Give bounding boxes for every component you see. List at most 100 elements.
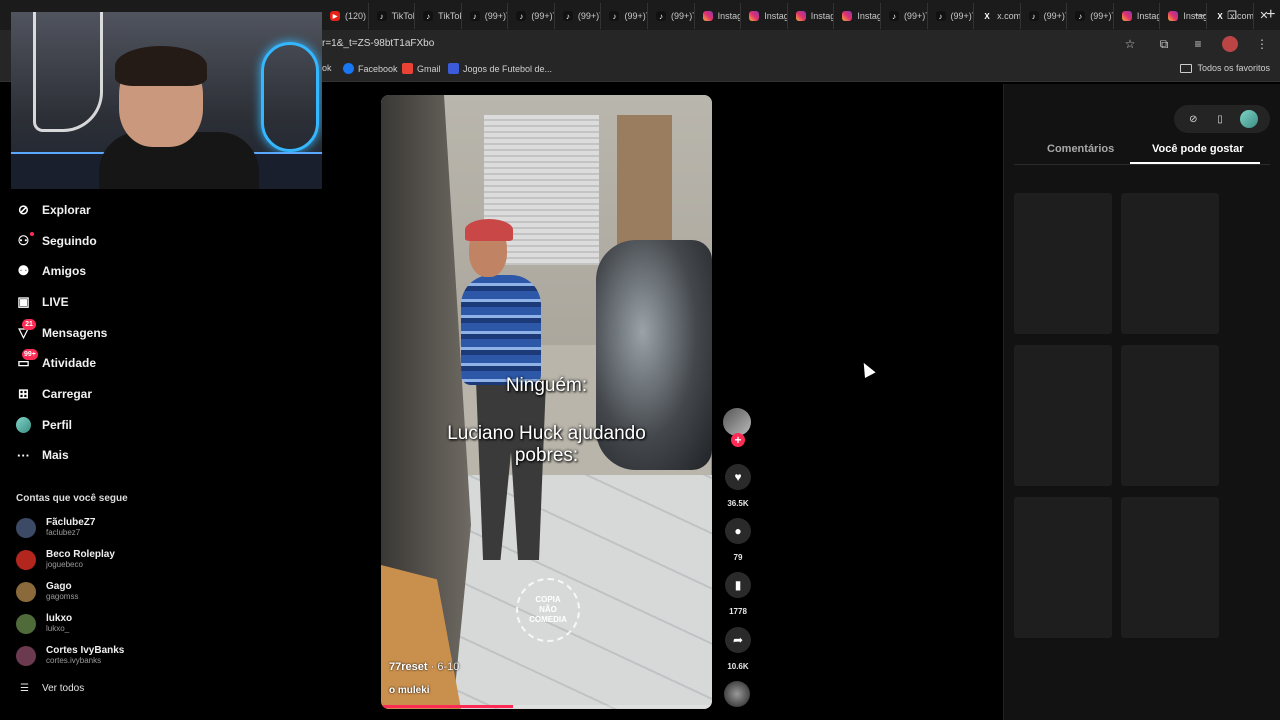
minimize-icon[interactable]: — [1184,0,1216,30]
window-controls: — ❐ ✕ [1184,0,1280,30]
list-icon: ☰ [20,683,29,694]
account-username: cortes.ivybanks [46,656,102,665]
see-all-label: Ver todos [41,683,85,694]
followed-account[interactable]: Cortes IvyBanks cortes.ivybanks [16,645,124,666]
browser-tab[interactable]: ♪ TikTok [369,3,416,29]
suggested-video-thumbnail[interactable] [1014,497,1112,638]
account-name: FãclubeZ7 [46,517,96,528]
share-button[interactable]: ➦ [725,627,751,653]
browser-tab[interactable]: ♪ TikTok [415,3,462,29]
followed-account[interactable]: Beco Roleplay joguebeco [16,549,115,570]
comment-button[interactable]: ● [725,518,751,544]
browser-tab[interactable]: ♪ (99+)Ti [648,3,695,29]
video-author[interactable]: 77reset · 6-10 [389,661,459,673]
gmail-icon [402,63,413,74]
account-avatar [16,517,36,538]
browser-menu-icon[interactable]: ⋮ [1252,34,1272,54]
restore-icon[interactable]: ❐ [1216,0,1248,30]
nav-explorar[interactable]: ⊘ Explorar [16,199,91,221]
browser-tab[interactable]: ♪ (99+)T [462,3,509,29]
browser-tab[interactable]: Instagr [1114,3,1161,29]
nav-mais[interactable]: ··· Mais [16,444,69,466]
suggested-video-thumbnail[interactable] [1121,497,1219,638]
tab-title: (99+)Ti [671,11,694,21]
creator-avatar[interactable] [723,408,751,436]
tab-title: (99+)Ti [950,11,974,21]
tab-title: (99+)Ti [903,11,927,21]
url-field[interactable]: r=1&_t=ZS-98btT1aFXbo [322,34,1162,54]
nav-atividade[interactable]: ▭ 99+ Atividade [16,348,97,374]
bookmark-gmail[interactable]: Gmail [402,63,441,74]
tab-title: (99+)Ti [1043,11,1067,21]
instagram-icon [1168,11,1179,21]
suggested-video-thumbnail[interactable] [1014,193,1112,334]
user-avatar[interactable] [1239,110,1258,128]
messages-icon: ▽ 21 [16,318,36,341]
followed-account[interactable]: FãclubeZ7 faclubez7 [16,517,95,538]
save-button[interactable]: ▮ [725,572,751,598]
nav-carregar[interactable]: ⊞ Carregar [16,383,92,405]
tab-title: (99+)Ti [577,11,601,21]
tab-title: Instagr [1136,11,1160,21]
video-player[interactable]: Ninguém: Luciano Huck ajudando pobres: C… [381,95,712,709]
nav-seguindo[interactable]: ⚇ Seguindo [16,230,97,252]
suggested-video-thumbnail[interactable] [1121,193,1219,334]
browser-tab[interactable]: ♪ (99+)Ti [881,3,928,29]
profile-icon [16,417,31,433]
browser-tab[interactable]: Instagr [741,3,788,29]
follow-plus-icon[interactable]: + [731,433,745,447]
tab-title: (99+)Ti [1090,11,1113,21]
all-bookmarks-folder[interactable]: Todos os favoritos [1180,63,1270,73]
see-all-link[interactable]: ☰ Ver todos [20,683,84,694]
browser-tab[interactable]: ♪ (99+)Ti [601,3,649,29]
bookmark-facebook[interactable]: Facebook [343,63,398,74]
browser-profile-avatar[interactable] [1222,36,1238,52]
tab-title: Instagr [810,11,834,21]
tab-title: (120) Y [345,11,368,21]
suggested-video-thumbnail[interactable] [1121,345,1219,486]
tab-title: (99+)Ti [624,11,647,21]
bookmark-jogos[interactable]: Jogos de Futebol de... [448,63,552,74]
game-site-icon [448,63,459,74]
suggested-video-thumbnail[interactable] [1014,345,1112,486]
nav-label: Mensagens [42,326,108,340]
nav-mensagens[interactable]: ▽ 21 Mensagens [16,318,108,344]
browser-tab[interactable]: ▶ (120) Y [322,3,369,29]
extensions-icon[interactable]: ⧉ [1154,34,1174,54]
browser-tab[interactable]: Instagr [834,3,881,29]
more-icon: ··· [17,447,30,463]
tab-title: Instagr [717,11,741,21]
compass-icon[interactable]: ⊘ [1186,112,1200,126]
phone-icon[interactable]: ▯ [1213,112,1227,126]
account-username: joguebeco [46,560,83,569]
browser-tab[interactable]: ♪ (99+)Ti [555,3,602,29]
account-avatar [16,581,36,602]
bookmark-star-icon[interactable]: ☆ [1120,34,1140,54]
video-scene-boy-cap [465,219,513,241]
video-progress-bar[interactable] [381,705,712,708]
browser-tab[interactable]: Instagr [788,3,835,29]
followed-account[interactable]: Gago gagomss [16,581,78,602]
account-username: faclubez7 [46,528,81,537]
nav-perfil[interactable]: Perfil [16,414,72,436]
nav-label: Atividade [42,356,97,370]
close-icon[interactable]: ✕ [1248,0,1280,30]
followed-account[interactable]: lukxo lukxo_ [16,613,72,634]
media-controls-icon[interactable]: ≡ [1188,34,1208,54]
bookmark-partial[interactable]: ok [322,63,332,73]
bookmark-label: Facebook [358,63,398,74]
music-disc[interactable] [724,681,750,707]
nav-live[interactable]: ▣ LIVE [16,291,68,313]
account-username: lukxo_ [46,624,70,633]
browser-tab[interactable]: Instagr [695,3,742,29]
nav-amigos[interactable]: ⚉ Amigos [16,260,86,282]
browser-tab[interactable]: ♪ (99+)Ti [928,3,975,29]
share-icon: ➦ [732,633,744,647]
browser-tab[interactable]: Xx.com/i [974,3,1021,29]
browser-tab[interactable]: ♪ (99+)Ti [1021,3,1068,29]
browser-tab[interactable]: ♪ (99+)Ti [1067,3,1114,29]
browser-tab[interactable]: ♪ (99+)T [508,3,555,29]
tab-comments[interactable]: Comentários [1047,143,1114,165]
bookmark-icon: ▮ [734,578,742,592]
like-button[interactable]: ♥ [725,464,751,490]
